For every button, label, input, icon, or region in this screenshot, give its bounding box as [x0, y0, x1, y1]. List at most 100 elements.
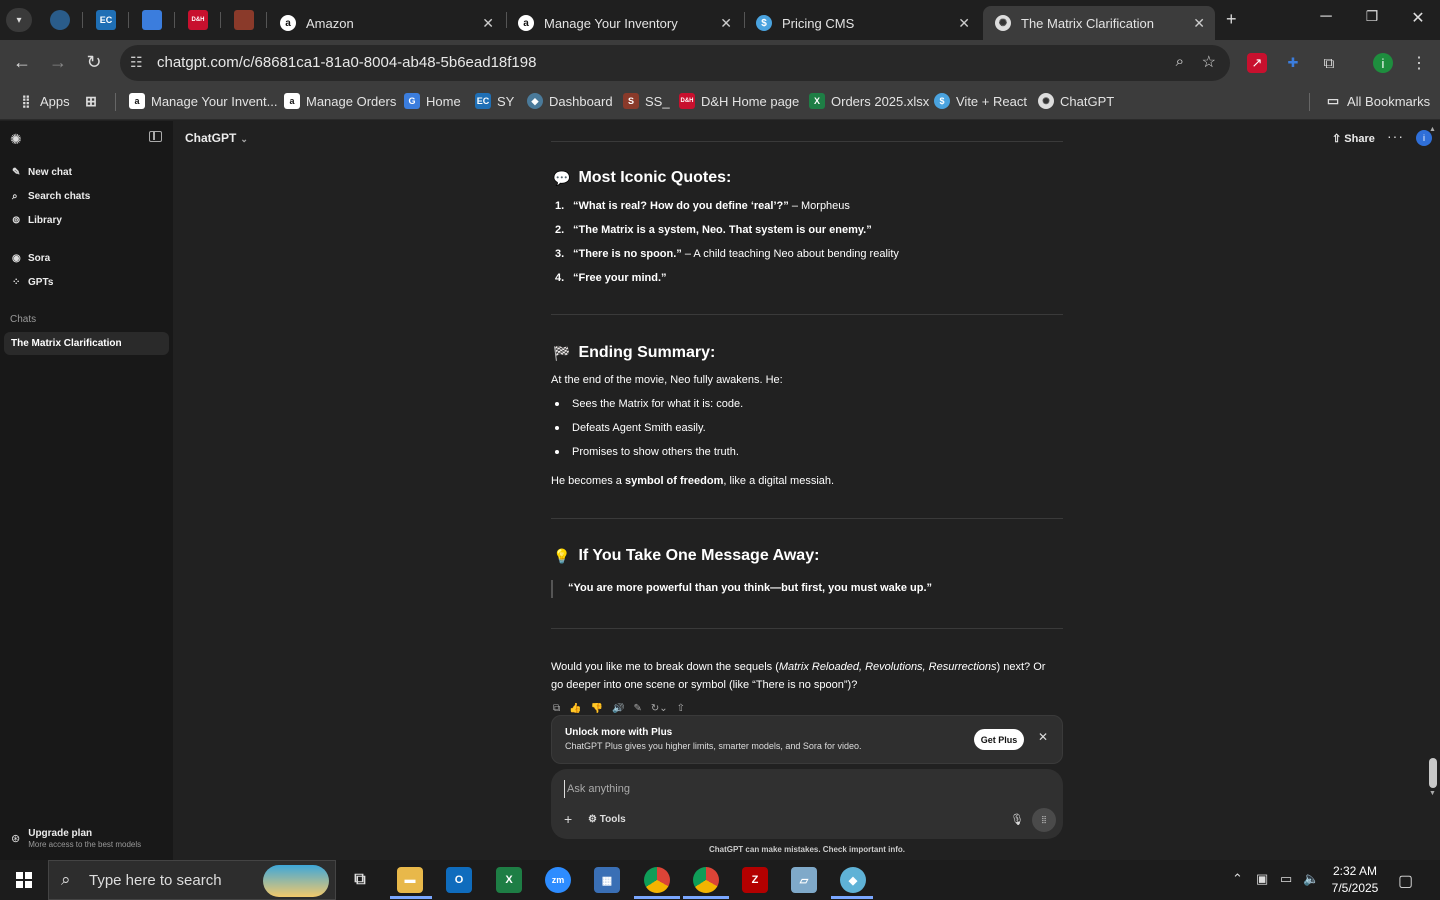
regenerate-icon[interactable]: ↻⌄ [651, 703, 668, 713]
sidebar-section-chats: Chats [10, 314, 37, 325]
file-explorer-icon[interactable]: ▬ [397, 867, 423, 893]
all-bookmarks[interactable]: ▭ All Bookmarks [1325, 93, 1430, 109]
pinned-tab-ec[interactable]: EC [96, 10, 116, 30]
tab-manage-inventory[interactable]: a Manage Your Inventory ✕ [506, 6, 742, 40]
model-selector[interactable]: ChatGPT ⌄ [185, 131, 248, 145]
bookmark-apps[interactable]: ⣿ Apps [18, 93, 70, 109]
url-text[interactable]: chatgpt.com/c/68681ca1-81a0-8004-ab48-5b… [157, 54, 536, 71]
scroll-down-icon[interactable]: ▼ [1429, 790, 1436, 797]
tab-search-button[interactable]: ▾ [6, 8, 32, 32]
share-button[interactable]: ⇧ Share [1332, 132, 1375, 145]
get-plus-button[interactable]: Get Plus [974, 729, 1024, 750]
close-icon[interactable]: ✕ [958, 15, 970, 32]
close-icon[interactable]: ✕ [482, 15, 494, 32]
reload-button[interactable]: ↻ [82, 52, 106, 73]
chrome-menu-icon[interactable]: ⋮ [1409, 53, 1429, 73]
extension-icon[interactable]: ✚ [1283, 53, 1303, 73]
pinned-tab-5[interactable] [234, 10, 254, 30]
windows-start-icon[interactable] [16, 872, 32, 888]
sidebar-item-new-chat[interactable]: ✎ New chat [12, 167, 72, 178]
sidebar-toggle-icon[interactable] [149, 131, 162, 142]
copy-icon[interactable]: ⧉ [553, 703, 560, 713]
pinned-tab-3[interactable] [142, 10, 162, 30]
taskbar-clock[interactable]: 2:32 AM 7/5/2025 [1326, 863, 1384, 897]
search-icon: ⌕ [61, 870, 71, 889]
close-icon[interactable]: ✕ [720, 15, 732, 32]
bookmark-manage-orders[interactable]: a Manage Orders [284, 93, 396, 109]
minimize-button[interactable]: ─ [1314, 8, 1338, 26]
bookmark-vite-react[interactable]: $ Vite + React [934, 93, 1027, 109]
excel-icon[interactable]: X [496, 867, 522, 893]
more-options-icon[interactable]: ··· [1387, 128, 1404, 144]
chrome-icon[interactable] [693, 867, 719, 893]
filezilla-icon[interactable]: Z [742, 867, 768, 893]
task-view-icon[interactable]: ⧉ [347, 867, 373, 893]
scrollbar-thumb[interactable] [1429, 758, 1437, 788]
bookmark-ss[interactable]: S SS_ [623, 93, 670, 109]
volume-icon[interactable]: 🔈 [1303, 871, 1319, 887]
extension-icon[interactable]: ↗ [1247, 53, 1267, 73]
new-tab-button[interactable]: + [1226, 9, 1237, 30]
sidebar-item-gpts[interactable]: ⁘ GPTs [12, 277, 53, 288]
tab-pricing-cms[interactable]: $ Pricing CMS ✕ [744, 6, 980, 40]
tray-security-icon[interactable]: ▣ [1256, 871, 1268, 887]
close-icon[interactable]: ✕ [1038, 730, 1048, 744]
read-aloud-icon[interactable]: 🔊 [612, 703, 624, 713]
prompt-input[interactable] [564, 780, 984, 798]
pinned-tab-1[interactable] [50, 10, 70, 30]
bookmark-orders-xlsx[interactable]: X Orders 2025.xlsx [809, 93, 929, 109]
share-icon[interactable]: ⇧ [677, 703, 685, 713]
bookmark-manage-inventory[interactable]: a Manage Your Invent... [129, 93, 277, 109]
sidebar-item-search-chats[interactable]: ⌕ Search chats [12, 191, 90, 202]
bookmark-tab-groups[interactable]: ⊞ [83, 93, 105, 109]
close-icon[interactable]: ✕ [1193, 15, 1205, 32]
bookmark-dashboard[interactable]: ◆ Dashboard [527, 93, 613, 109]
forward-button[interactable]: → [46, 52, 70, 73]
tray-chevron-icon[interactable]: ⌃ [1232, 871, 1243, 887]
tab-amazon[interactable]: a Amazon ✕ [268, 6, 504, 40]
voice-mode-icon[interactable]: ⦙⦙ [1032, 808, 1056, 832]
active-app-indicator [831, 896, 873, 899]
address-bar[interactable]: ☷ chatgpt.com/c/68681ca1-81a0-8004-ab48-… [120, 45, 1230, 81]
bookmark-home[interactable]: G Home [404, 93, 461, 109]
tab-matrix-clarification[interactable]: ✺ The Matrix Clarification ✕ [983, 6, 1215, 40]
profile-avatar[interactable]: i [1373, 53, 1393, 73]
microphone-icon[interactable]: 🎙 [1010, 813, 1024, 826]
speech-bubble-icon: 💬 [553, 169, 571, 186]
scroll-up-icon[interactable]: ▲ [1429, 126, 1436, 133]
back-button[interactable]: ← [10, 52, 34, 73]
chat-item-matrix-clarification[interactable]: The Matrix Clarification [4, 332, 169, 355]
sidebar-item-sora[interactable]: ◉ Sora [12, 253, 50, 264]
thumbs-down-icon[interactable]: 👎 [591, 703, 603, 713]
window-close-button[interactable]: ✕ [1406, 8, 1430, 28]
pinned-tab-dh[interactable]: D&H [188, 10, 208, 30]
tools-button[interactable]: ⚙ Tools [588, 814, 626, 825]
notifications-icon[interactable]: ▢ [1398, 871, 1413, 891]
site-info-icon[interactable]: ☷ [130, 54, 143, 71]
bookmark-chatgpt[interactable]: ✺ ChatGPT [1038, 93, 1114, 109]
sidebar-item-library[interactable]: ⊚ Library [12, 215, 62, 226]
zoom-app-icon[interactable]: zm [545, 867, 571, 893]
edit-canvas-icon[interactable]: ✎ [634, 703, 642, 713]
bookmark-sy[interactable]: EC SY [475, 93, 514, 109]
home-site-icon: G [404, 93, 420, 109]
add-attachment-icon[interactable]: + [564, 811, 572, 827]
notepad-icon[interactable]: ▱ [791, 867, 817, 893]
divider [551, 314, 1063, 315]
upgrade-plan-button[interactable]: ⊛ Upgrade plan More access to the best m… [11, 828, 141, 849]
chatgpt-logo-icon[interactable]: ✺ [10, 131, 22, 148]
extensions-puzzle-icon[interactable]: ⧉ [1319, 53, 1339, 73]
zoom-icon[interactable]: ⌕ [1176, 53, 1184, 70]
outlook-icon[interactable]: O [446, 867, 472, 893]
network-icon[interactable]: ▭ [1280, 871, 1292, 887]
calculator-icon[interactable]: ▦ [594, 867, 620, 893]
page-scrollbar[interactable]: ▲ ▼ [1428, 126, 1438, 800]
restore-button[interactable]: ❐ [1360, 8, 1384, 25]
taskbar-search[interactable]: ⌕ Type here to search [48, 860, 336, 900]
app-diamond-icon[interactable]: ◆ [840, 867, 866, 893]
bookmark-dh-home[interactable]: D&H D&H Home page [679, 93, 799, 109]
thumbs-up-icon[interactable]: 👍 [569, 703, 581, 713]
chrome-icon[interactable] [644, 867, 670, 893]
bookmark-star-icon[interactable]: ☆ [1202, 52, 1216, 72]
edit-icon: ✎ [12, 167, 21, 178]
